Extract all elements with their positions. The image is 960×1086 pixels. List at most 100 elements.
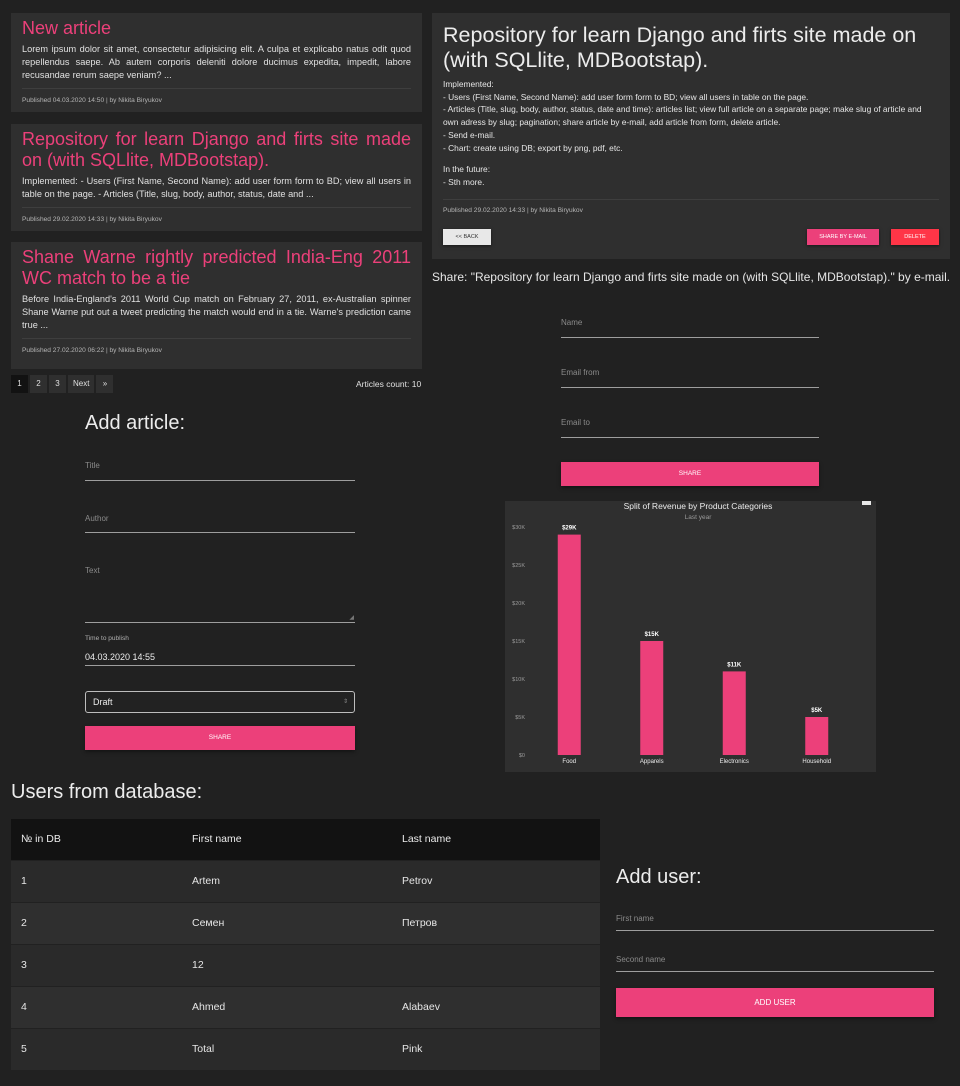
title-placeholder: Title — [85, 461, 100, 470]
chart-menu-icon[interactable] — [862, 501, 871, 505]
article-meta: Published 27.02.2020 06:22 | by Nikita B… — [22, 347, 162, 354]
add-article-submit-button[interactable]: SHARE — [85, 726, 355, 750]
pagination: 1 2 3 Next » — [11, 375, 114, 393]
cell-last-name: Petrov — [392, 859, 600, 902]
first-name-placeholder: First name — [616, 914, 654, 923]
name-placeholder: Name — [561, 318, 583, 327]
delete-button[interactable]: DELETE — [891, 229, 939, 245]
text-field[interactable]: Text ◢ — [85, 566, 355, 623]
bar-household — [805, 717, 829, 755]
cell-first-name: Artem — [182, 859, 392, 902]
y-tick-label: $30K — [512, 525, 525, 531]
users-heading: Users from database: — [11, 781, 203, 803]
cell-first-name: 12 — [182, 943, 392, 986]
table-row: 5 Total Pink — [11, 1027, 600, 1070]
x-tick-label: Household — [802, 759, 831, 765]
page-1-link[interactable]: 1 — [11, 375, 28, 393]
second-name-placeholder: Second name — [616, 955, 666, 964]
detail-line: - Articles (Title, slug, body, author, s… — [443, 104, 922, 128]
article-meta: Published 04.03.2020 14:50 | by Nikita B… — [22, 97, 162, 104]
column-header-id: № in DB — [11, 819, 182, 860]
cell-first-name: Семен — [182, 901, 392, 944]
cell-id: 3 — [11, 943, 182, 986]
revenue-chart: Split of Revenue by Product Categories La… — [505, 501, 876, 772]
time-label: Time to publish — [85, 635, 129, 642]
article-excerpt: Implemented: - Users (First Name, Second… — [22, 176, 411, 199]
email-to-field[interactable]: Email to — [561, 418, 819, 438]
email-from-field[interactable]: Email from — [561, 368, 819, 388]
detail-line: Implemented: — [443, 79, 494, 89]
detail-line: - Users (First Name, Second Name): add u… — [443, 91, 809, 102]
chart-subtitle: Last year — [685, 514, 713, 521]
author-field[interactable]: Author — [85, 514, 355, 533]
article-card: New article Lorem ipsum dolor sit amet, … — [11, 13, 422, 112]
y-tick-label: $5K — [515, 715, 525, 721]
y-tick-label: $15K — [512, 639, 525, 645]
page-2-link[interactable]: 2 — [30, 375, 47, 393]
table-row: 2 Семен Петров — [11, 901, 600, 944]
table-header-row: № in DB First name Last name — [11, 819, 600, 860]
detail-line: In the future: — [443, 164, 491, 175]
text-placeholder: Text — [85, 566, 100, 575]
article-title[interactable]: Repository for learn Django and firts si… — [22, 129, 411, 171]
column-header-last-name: Last name — [392, 819, 600, 860]
x-tick-label: Food — [562, 759, 576, 765]
resize-handle-icon[interactable]: ◢ — [349, 614, 354, 621]
article-meta: Published 29.02.2020 14:33 | by Nikita B… — [22, 216, 162, 223]
article-excerpt: Before India-England's 2011 World Cup ma… — [22, 294, 411, 330]
cell-id: 4 — [11, 985, 182, 1028]
add-user-heading: Add user: — [616, 866, 702, 888]
share-submit-button[interactable]: SHARE — [561, 462, 819, 486]
chart-title: Split of Revenue by Product Categories — [624, 501, 773, 511]
articles-count: Articles count: 10 — [356, 379, 422, 389]
article-detail: Repository for learn Django and firts si… — [432, 13, 950, 259]
next-page-link[interactable]: Next — [68, 375, 95, 393]
back-button[interactable]: << BACK — [443, 229, 491, 245]
page-3-link[interactable]: 3 — [49, 375, 66, 393]
status-select[interactable]: Draft ⇕ — [85, 691, 355, 713]
detail-line: - Sth more. — [443, 176, 485, 187]
share-heading: Share: "Repository for learn Django and … — [432, 270, 951, 284]
y-tick-label: $25K — [512, 563, 525, 569]
table-row: 1 Artem Petrov — [11, 859, 600, 902]
y-tick-label: $10K — [512, 677, 525, 683]
share-by-email-button[interactable]: SHARE BY E-MAIL — [807, 229, 879, 245]
column-header-first-name: First name — [182, 819, 392, 860]
bar-electronics — [722, 671, 746, 755]
article-excerpt: Lorem ipsum dolor sit amet, consectetur … — [22, 44, 411, 80]
table-row: 3 12 — [11, 943, 600, 986]
y-tick-label: $20K — [512, 601, 525, 607]
status-value: Draft — [93, 697, 113, 707]
cell-last-name: Петров — [392, 901, 600, 944]
data-label: $5K — [811, 708, 823, 714]
article-title[interactable]: New article — [22, 18, 411, 39]
author-placeholder: Author — [85, 514, 109, 523]
cell-id: 1 — [11, 859, 182, 902]
detail-line: - Send e-mail. — [443, 129, 496, 140]
time-field[interactable]: 04.03.2020 14:55 — [85, 652, 355, 666]
cell-first-name: Ahmed — [182, 985, 392, 1028]
title-field[interactable]: Title — [85, 461, 355, 481]
article-title[interactable]: Shane Warne rightly predicted India-Eng … — [22, 247, 411, 289]
cell-first-name: Total — [182, 1027, 392, 1070]
cell-last-name: Pink — [392, 1027, 600, 1070]
first-name-field[interactable]: First name — [616, 914, 934, 931]
bar-apparels — [640, 641, 664, 755]
users-table: № in DB First name Last name 1 Artem Pet… — [11, 819, 600, 1070]
article-card: Shane Warne rightly predicted India-Eng … — [11, 242, 422, 369]
cell-last-name — [392, 943, 600, 986]
detail-body: Implemented: - Users (First Name, Second… — [443, 78, 939, 189]
second-name-field[interactable]: Second name — [616, 955, 934, 972]
detail-title: Repository for learn Django and firts si… — [443, 23, 917, 72]
cell-last-name: Alabaev — [392, 985, 600, 1028]
detail-meta: Published 29.02.2020 14:33 | by Nikita B… — [443, 206, 583, 214]
time-value: 04.03.2020 14:55 — [85, 652, 156, 662]
add-article-heading: Add article: — [85, 412, 186, 434]
last-page-link[interactable]: » — [96, 375, 114, 393]
data-label: $11K — [727, 662, 742, 668]
add-user-button[interactable]: ADD USER — [616, 988, 934, 1017]
x-tick-label: Electronics — [720, 759, 749, 765]
name-field[interactable]: Name — [561, 318, 819, 338]
article-card: Repository for learn Django and firts si… — [11, 124, 422, 231]
select-arrows-icon: ⇕ — [342, 699, 348, 705]
